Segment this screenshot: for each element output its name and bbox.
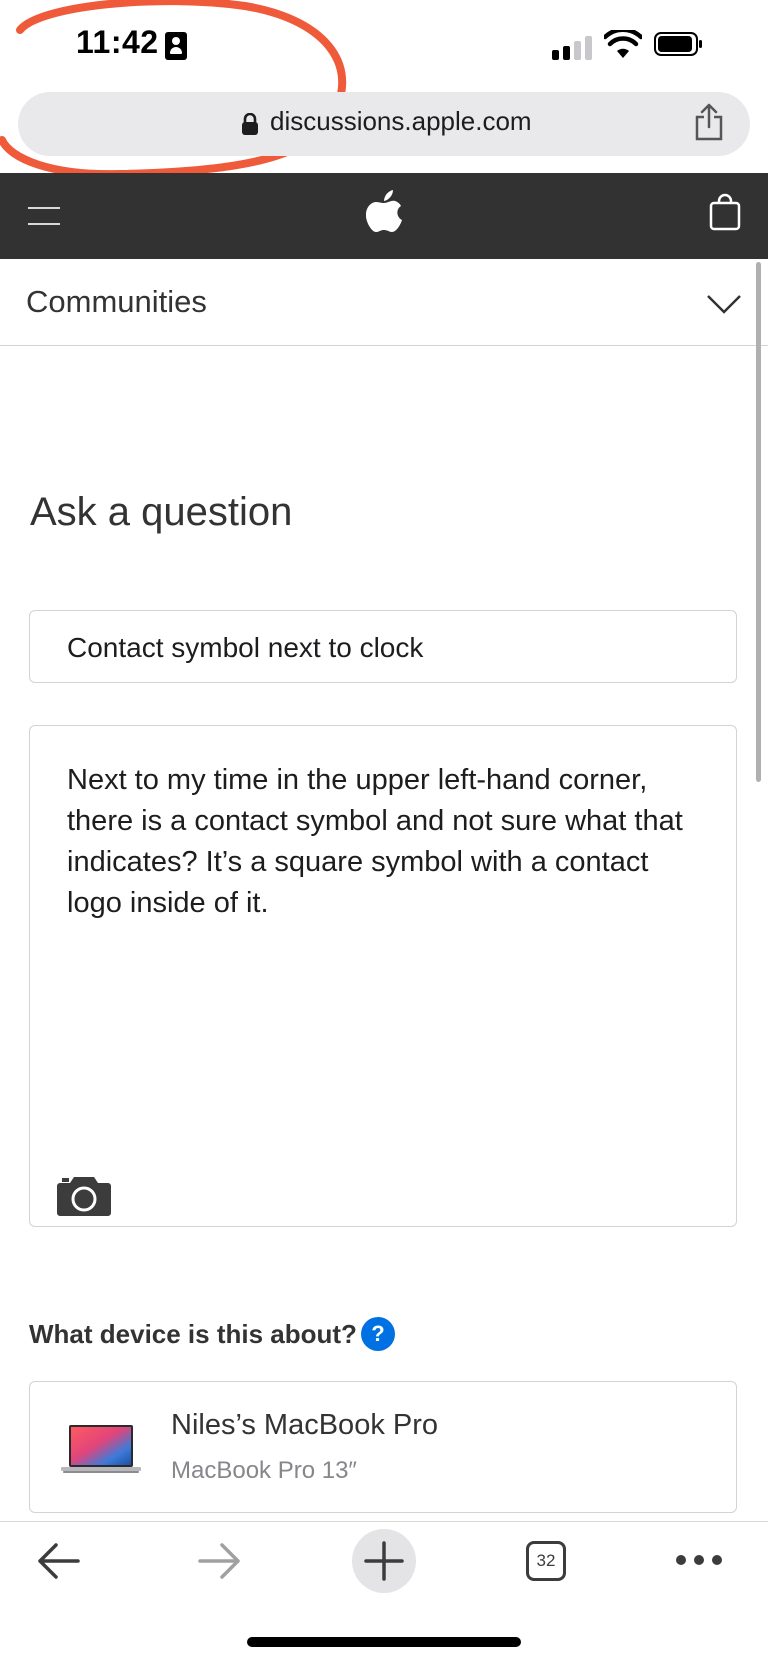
status-bar: 11:42 — [0, 0, 768, 90]
contact-card-icon — [165, 32, 187, 60]
help-icon[interactable]: ? — [361, 1317, 395, 1351]
tabs-count[interactable]: 32 — [526, 1551, 566, 1571]
apple-logo-icon[interactable] — [366, 190, 402, 234]
shopping-bag-icon[interactable] — [709, 193, 741, 231]
home-indicator — [247, 1637, 521, 1647]
camera-icon[interactable] — [56, 1175, 112, 1217]
device-question-label: What device is this about? — [29, 1319, 357, 1349]
battery-icon — [654, 32, 702, 56]
share-icon[interactable] — [694, 103, 724, 141]
status-time: 11:42 — [76, 24, 159, 60]
wifi-icon — [604, 30, 642, 58]
subject-value[interactable]: Contact symbol next to clock — [67, 632, 423, 664]
page-title: Ask a question — [30, 489, 293, 534]
scrollbar[interactable] — [756, 262, 761, 782]
communities-label[interactable]: Communities — [26, 284, 207, 320]
arrow-right-icon[interactable] — [196, 1540, 244, 1582]
lock-icon — [242, 113, 258, 135]
plus-icon[interactable] — [364, 1541, 404, 1581]
cellular-signal-icon — [552, 36, 594, 60]
hamburger-menu-icon[interactable] — [28, 205, 60, 227]
macbook-pro-image — [61, 1425, 141, 1473]
device-model: MacBook Pro 13″ — [171, 1457, 357, 1484]
device-name: Niles’s MacBook Pro — [171, 1409, 439, 1441]
chevron-down-icon[interactable] — [706, 293, 742, 315]
more-dots-icon[interactable] — [674, 1552, 724, 1568]
url-text[interactable]: discussions.apple.com — [270, 106, 532, 137]
arrow-left-icon[interactable] — [34, 1540, 82, 1582]
question-body-value[interactable]: Next to my time in the upper left-hand c… — [67, 760, 697, 924]
